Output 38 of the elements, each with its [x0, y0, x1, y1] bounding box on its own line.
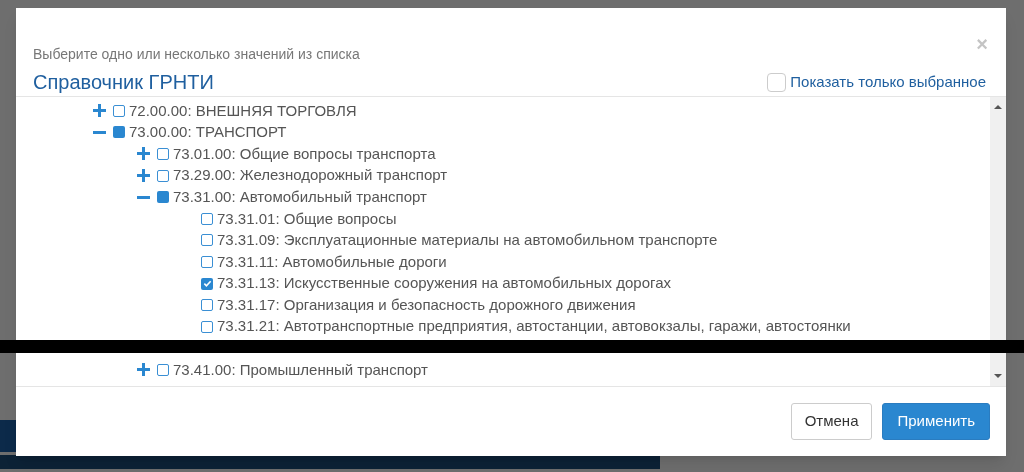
checkbox[interactable] — [113, 126, 125, 139]
tree-item-label[interactable]: 73.00.00: ТРАНСПОРТ — [129, 121, 287, 144]
tree-item-label[interactable]: 73.31.11: Автомобильные дороги — [217, 250, 447, 274]
plus-icon[interactable] — [137, 147, 150, 161]
tree-item-label[interactable]: 73.29.00: Железнодорожный транспорт — [173, 164, 448, 187]
tree-item-label[interactable]: 73.31.00: Автомобильный транспорт — [173, 185, 427, 209]
dialog-subtitle: Выберите одно или несколько значений из списка — [33, 45, 360, 64]
scroll-up-icon[interactable] — [994, 105, 1002, 109]
checkbox[interactable] — [157, 191, 169, 204]
tree-item-label[interactable]: 73.31.17: Организация и безопасность дорожного движения — [217, 293, 636, 317]
plus-icon[interactable] — [93, 104, 106, 118]
banner-background — [0, 420, 16, 452]
checkbox[interactable] — [157, 148, 169, 160]
checkbox[interactable] — [201, 320, 213, 333]
checkbox[interactable] — [113, 104, 125, 117]
plus-icon[interactable] — [137, 169, 150, 183]
plus-icon[interactable] — [137, 363, 150, 377]
checkbox[interactable] — [201, 255, 213, 268]
scrollbar[interactable] — [990, 97, 1006, 386]
tree-item-label[interactable]: 73.31.21: Автотранспортные предприятия, автостанции, автовокзалы, гаражи, автостоянки — [217, 315, 851, 338]
tree-item-label[interactable]: 73.41.00: Промышленный транспорт — [173, 358, 428, 382]
apply-button[interactable]: Применить — [882, 403, 990, 440]
checkbox[interactable] — [201, 299, 213, 312]
tree-item-label[interactable]: 72.00.00: ВНЕШНЯЯ ТОРГОВЛЯ — [129, 99, 357, 123]
checkbox[interactable] — [157, 169, 169, 182]
tree-item-label[interactable]: 73.31.13: Искусственные сооружения на автомобильных дорогах — [217, 272, 671, 295]
tree-item-label[interactable]: 73.01.00: Общие вопросы транспорта — [173, 142, 436, 166]
checkbox[interactable] — [201, 277, 213, 290]
checkbox[interactable] — [201, 212, 213, 225]
checkbox[interactable] — [157, 363, 169, 376]
tree-item-label[interactable]: 73.31.09: Эксплуатационные материалы на автомобильном транспорте — [217, 229, 718, 252]
checkbox[interactable] — [767, 72, 787, 92]
dialog-title: Справочник ГРНТИ — [33, 70, 214, 95]
tree-item-label[interactable]: 73.31.01: Общие вопросы — [217, 207, 397, 230]
checkbox-label[interactable]: Показать только выбранное — [790, 71, 986, 94]
checkbox[interactable] — [201, 234, 213, 247]
scroll-down-icon[interactable] — [994, 374, 1002, 378]
cancel-button[interactable]: Отмена — [790, 403, 873, 440]
